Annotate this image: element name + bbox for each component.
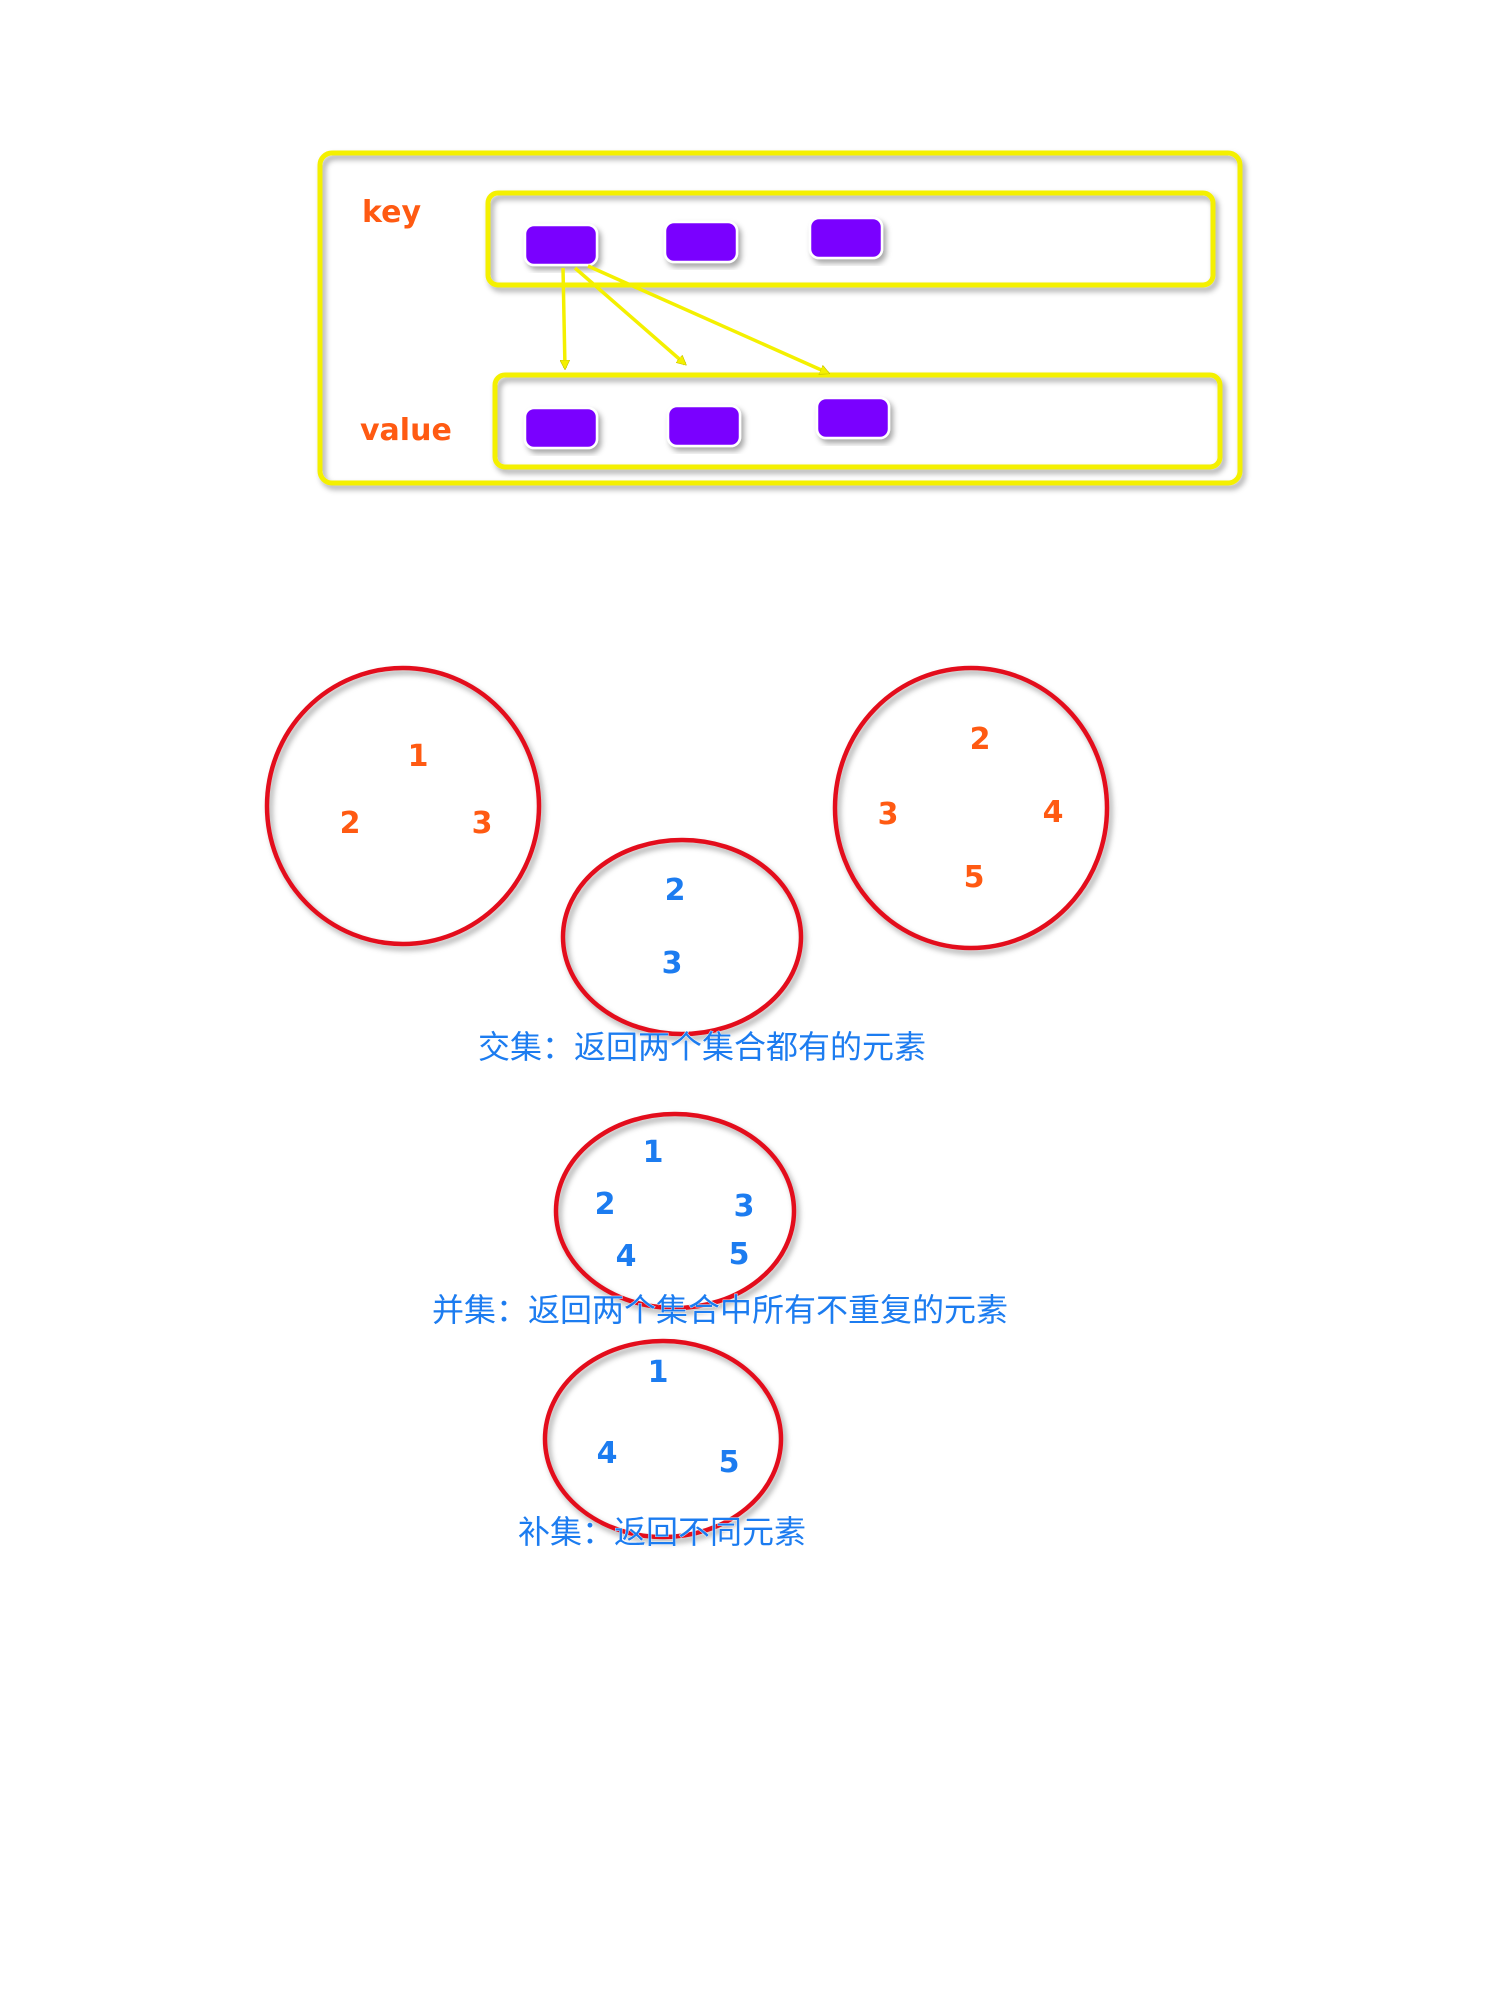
arrow-to-value-2 — [573, 266, 685, 364]
diagram-canvas: key value 1 2 3 2 3 4 5 2 3 交集：返回两个集合都有的… — [264, 150, 1243, 1551]
set-b-element: 3 — [878, 797, 899, 832]
set-b-element: 2 — [970, 722, 991, 757]
difference-caption: 补集：返回不同元素 — [518, 1513, 806, 1551]
union-element: 2 — [595, 1187, 616, 1222]
intersection-element: 2 — [665, 873, 686, 908]
arrow-to-value-1 — [563, 267, 565, 368]
intersection-circle — [560, 837, 804, 1037]
key-label: key — [362, 195, 421, 230]
set-b-circle — [832, 665, 1110, 951]
union-circle — [553, 1111, 797, 1311]
arrow-to-value-3 — [587, 264, 828, 375]
value-box-1 — [523, 406, 599, 450]
union-element: 3 — [734, 1189, 755, 1224]
set-a-element: 2 — [340, 806, 361, 841]
set-a: 1 2 3 — [264, 665, 542, 947]
set-b: 2 3 4 5 — [832, 665, 1110, 951]
key-box-3 — [808, 216, 884, 260]
set-b-element: 4 — [1043, 795, 1064, 830]
set-b-element: 5 — [964, 860, 985, 895]
union-element: 4 — [616, 1239, 637, 1274]
value-box-2 — [666, 404, 742, 448]
intersection: 2 3 交集：返回两个集合都有的元素 — [478, 837, 926, 1066]
difference-element: 4 — [597, 1436, 618, 1471]
intersection-element: 3 — [662, 946, 683, 981]
hash-diagram: key value — [317, 150, 1243, 486]
value-box-3 — [815, 396, 891, 440]
difference-element: 1 — [648, 1355, 669, 1390]
union-caption: 并集：返回两个集合中所有不重复的元素 — [432, 1291, 1008, 1329]
union-element: 1 — [643, 1135, 664, 1170]
union: 1 2 3 4 5 并集：返回两个集合中所有不重复的元素 — [432, 1111, 1008, 1329]
difference: 1 4 5 补集：返回不同元素 — [518, 1338, 806, 1551]
set-a-circle — [264, 665, 542, 947]
outer-frame — [317, 150, 1243, 486]
union-element: 5 — [729, 1237, 750, 1272]
intersection-caption: 交集：返回两个集合都有的元素 — [478, 1028, 926, 1066]
set-a-element: 3 — [472, 806, 493, 841]
value-label: value — [360, 413, 452, 448]
key-box-1 — [523, 223, 599, 267]
key-box-2 — [663, 220, 739, 264]
difference-element: 5 — [719, 1445, 740, 1480]
set-a-element: 1 — [408, 739, 429, 774]
